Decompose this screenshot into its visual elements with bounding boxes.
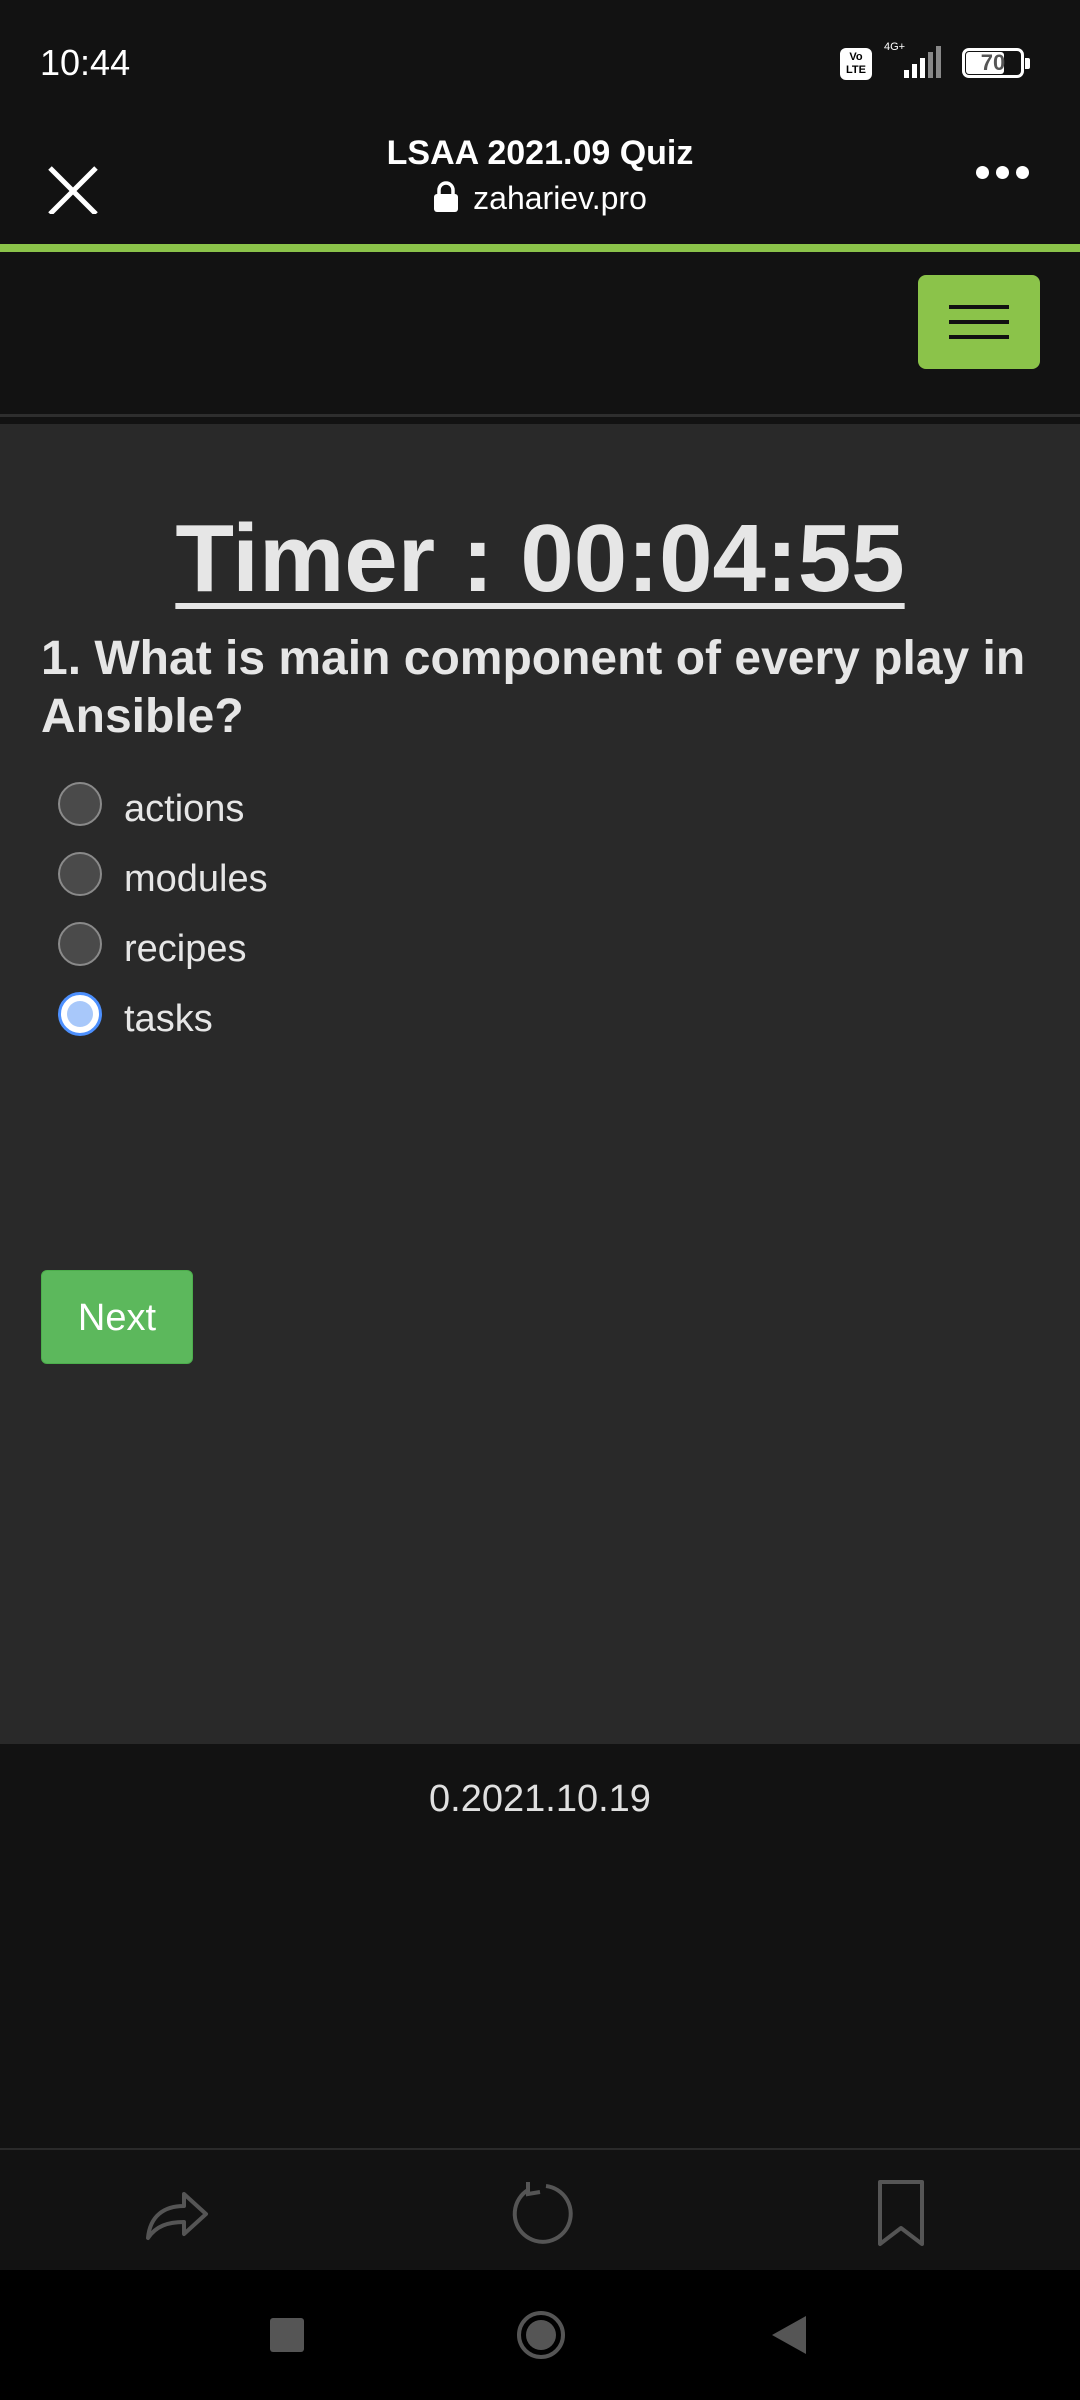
answer-option-actions[interactable]: actions [58, 782, 758, 842]
answer-option-modules[interactable]: modules [58, 852, 758, 912]
site-footer: 0.2021.10.19 [0, 1744, 1080, 2148]
quiz-timer: Timer : 00:04:55 [175, 505, 905, 612]
browser-bottom-bar [0, 2148, 1080, 2272]
share-button[interactable] [142, 2178, 212, 2248]
battery-icon: 70 [962, 48, 1032, 80]
network-type-label: 4G+ [884, 41, 905, 53]
url-text: zahariev.pro [473, 180, 647, 216]
app-version: 0.2021.10.19 [429, 1778, 651, 1820]
next-button[interactable]: Next [41, 1270, 193, 1364]
back-button[interactable] [768, 2314, 808, 2361]
share-icon [146, 2192, 208, 2240]
radio-button[interactable] [58, 922, 102, 966]
site-navbar [0, 252, 1080, 417]
answer-option-tasks[interactable]: tasks [58, 992, 758, 1052]
option-label: actions [124, 788, 245, 830]
status-time: 10:44 [40, 42, 131, 83]
recents-button[interactable] [270, 2318, 304, 2357]
recents-square-icon [270, 2318, 304, 2352]
answer-option-recipes[interactable]: recipes [58, 922, 758, 982]
browser-toolbar: LSAA 2021.09 Quiz zahariev.pro [0, 126, 1080, 244]
battery-level: 70 [980, 50, 1006, 75]
close-icon [48, 166, 98, 216]
question-text: 1. What is main component of every play … [41, 632, 1026, 743]
option-label: recipes [124, 928, 247, 970]
menu-toggle-button[interactable] [918, 275, 1040, 369]
volte-icon: Vo LTE [840, 48, 872, 80]
more-icon [976, 166, 989, 179]
option-label: modules [124, 858, 268, 900]
quiz-content: Timer : 00:04:55 1. What is main compone… [0, 424, 1080, 1744]
bookmark-button[interactable] [866, 2178, 936, 2248]
radio-button[interactable] [58, 782, 102, 826]
refresh-icon [512, 2182, 573, 2244]
home-button[interactable] [516, 2310, 566, 2365]
lock-icon [433, 181, 459, 221]
system-navigation-bar [0, 2270, 1080, 2400]
home-circle-icon [517, 2311, 565, 2359]
radio-button[interactable] [58, 852, 102, 896]
signal-icon: 4G+ [882, 40, 948, 82]
page-load-progress [0, 244, 1080, 252]
radio-button-selected[interactable] [58, 992, 102, 1036]
more-button[interactable] [976, 166, 1040, 196]
option-label: tasks [124, 998, 213, 1040]
status-bar: 10:44 Vo LTE 4G+ 70 [0, 0, 1080, 126]
back-triangle-icon [772, 2316, 806, 2354]
page-title: LSAA 2021.09 Quiz [386, 134, 694, 172]
close-button[interactable] [38, 144, 108, 216]
page-url[interactable]: zahariev.pro [200, 180, 880, 221]
refresh-button[interactable] [506, 2178, 576, 2248]
bookmark-icon [878, 2180, 924, 2246]
